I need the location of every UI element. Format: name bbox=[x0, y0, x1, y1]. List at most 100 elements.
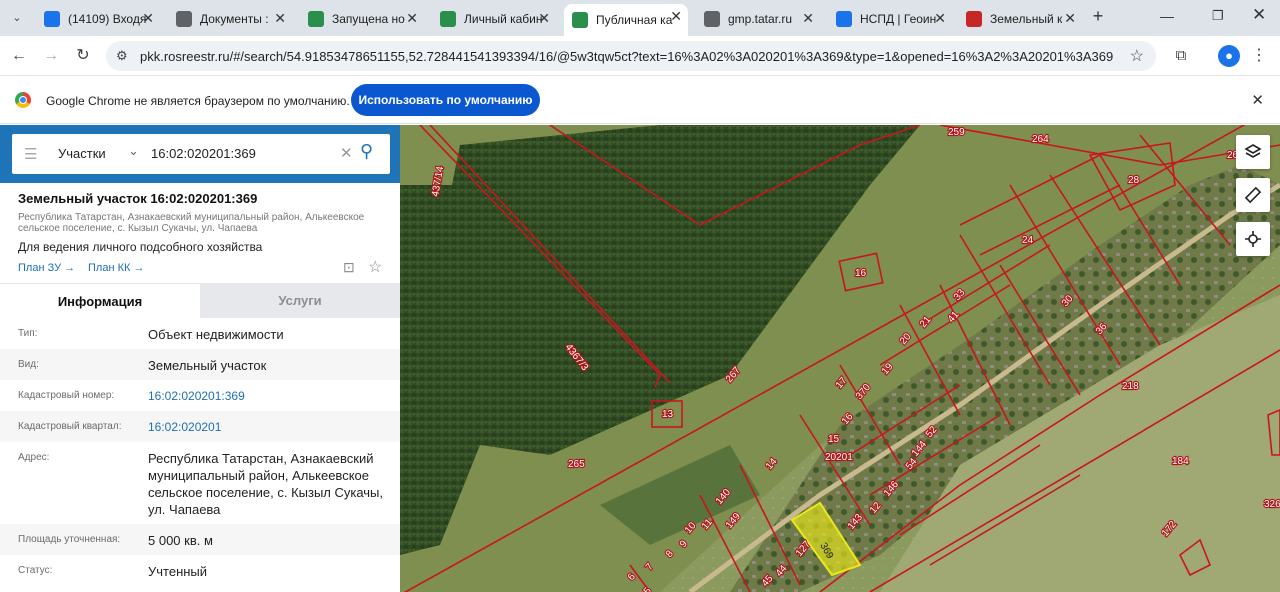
info-row-status: Статус: Учтенный bbox=[0, 555, 400, 586]
parcel-label: 20201 bbox=[825, 452, 853, 463]
cadastral-number-link[interactable]: 16:02:020201:369 bbox=[148, 388, 388, 405]
rosreestr-icon bbox=[308, 11, 324, 27]
minimize-button[interactable]: — bbox=[1160, 8, 1174, 24]
browser-tab[interactable]: Документы : ✕ bbox=[168, 6, 292, 32]
parcel-label: 16 bbox=[855, 268, 867, 279]
satellite-map[interactable]: 259 264 261 28 437/14 16 24 4367/3 267 1… bbox=[400, 125, 1280, 592]
tab-close-icon[interactable]: ✕ bbox=[802, 10, 814, 27]
parcel-label: 259 bbox=[948, 127, 965, 138]
clear-icon[interactable]: ✕ bbox=[340, 144, 353, 162]
crosshair-icon bbox=[1245, 231, 1261, 247]
info-row-type: Тип: Объект недвижимости bbox=[0, 318, 400, 349]
row-label: Кадастровый квартал: bbox=[18, 421, 122, 432]
row-label: Вид: bbox=[18, 359, 39, 370]
nspd-icon bbox=[836, 11, 852, 27]
parcel-label: 265 bbox=[568, 459, 585, 470]
layers-button[interactable] bbox=[1236, 135, 1270, 169]
browser-tab[interactable]: (14109) Входя ✕ bbox=[36, 6, 160, 32]
tab-search-button[interactable]: ⌄ bbox=[6, 7, 28, 29]
parcel-label: 13 bbox=[662, 409, 674, 420]
globe-icon bbox=[704, 11, 720, 27]
menu-icon[interactable]: ⋮ bbox=[1248, 45, 1270, 67]
info-row-address: Адрес: Республика Татарстан, Азнакаевски… bbox=[0, 442, 400, 524]
layers-icon bbox=[1244, 144, 1262, 158]
tab-close-icon[interactable]: ✕ bbox=[406, 10, 418, 27]
infobar-message: Google Chrome не является браузером по у… bbox=[46, 94, 350, 108]
info-row-kind: Вид: Земельный участок bbox=[0, 349, 400, 380]
tab-info[interactable]: Информация bbox=[0, 283, 200, 318]
row-label: Адрес: bbox=[18, 452, 50, 463]
row-value: Объект недвижимости bbox=[148, 327, 284, 342]
search-type-select[interactable]: Участки bbox=[58, 146, 106, 161]
browser-tab[interactable]: Личный кабин ✕ bbox=[432, 6, 556, 32]
set-default-button[interactable]: Использовать по умолчанию bbox=[351, 84, 540, 116]
new-tab-button[interactable]: + bbox=[1088, 6, 1108, 28]
back-button[interactable]: ← bbox=[8, 45, 30, 67]
profile-avatar[interactable]: ● bbox=[1218, 45, 1240, 67]
browser-tab[interactable]: Запущена но ✕ bbox=[300, 6, 424, 32]
zoom-to-object-icon[interactable]: ⊡ bbox=[343, 259, 355, 276]
ruler-icon bbox=[1244, 186, 1262, 204]
browser-tab[interactable]: Земельный к ✕ bbox=[958, 6, 1082, 32]
row-label: Кадастровый номер: bbox=[18, 390, 115, 401]
row-value: Республика Татарстан, Азнакаевский муниц… bbox=[148, 451, 384, 517]
map-view[interactable]: 259 264 261 28 437/14 16 24 4367/3 267 1… bbox=[400, 125, 1280, 592]
favorite-star-icon[interactable]: ☆ bbox=[368, 257, 382, 277]
browser-toolbar: ← → ↻ ⚙ pkk.rosreestr.ru/#/search/54.918… bbox=[0, 36, 1280, 76]
parcel-label: 28 bbox=[1128, 175, 1140, 186]
search-header: ☰ Участки ⌄ 16:02:020201:369 ✕ ⚲ bbox=[0, 125, 400, 183]
row-label: Площадь уточненная: bbox=[18, 534, 121, 545]
tab-close-icon[interactable]: ✕ bbox=[274, 10, 286, 27]
object-address: Республика Татарстан, Азнакаевский муниц… bbox=[18, 212, 365, 234]
tab-close-icon[interactable]: ✕ bbox=[670, 8, 682, 25]
parcel-label: 184 bbox=[1172, 456, 1189, 467]
object-title: Земельный участок 16:02:020201:369 bbox=[18, 191, 258, 206]
close-window-button[interactable]: ✕ bbox=[1252, 5, 1266, 25]
row-label: Статус: bbox=[18, 565, 53, 576]
mail-icon bbox=[44, 11, 60, 27]
chrome-logo-icon bbox=[15, 92, 31, 108]
row-value: Земельный участок bbox=[148, 358, 267, 373]
measure-button[interactable] bbox=[1236, 178, 1270, 212]
flag-icon bbox=[966, 11, 982, 27]
browser-tab[interactable]: Публичная ка ✕ bbox=[564, 4, 688, 36]
object-use: Для ведения личного подсобного хозяйства bbox=[18, 240, 263, 254]
search-icon[interactable]: ⚲ bbox=[360, 141, 373, 162]
search-input[interactable]: 16:02:020201:369 bbox=[151, 146, 256, 161]
parcel-label: 326 bbox=[1264, 499, 1280, 510]
parcel-label: 218 bbox=[1122, 381, 1139, 392]
plan-kk-link[interactable]: План КК → bbox=[88, 262, 144, 274]
forward-button[interactable]: → bbox=[40, 45, 62, 67]
tab-close-icon[interactable]: ✕ bbox=[142, 10, 154, 27]
row-label: Тип: bbox=[18, 328, 38, 339]
infobar-close-icon[interactable]: ✕ bbox=[1251, 91, 1264, 109]
tab-services[interactable]: Услуги bbox=[200, 283, 400, 318]
address-bar[interactable]: ⚙ pkk.rosreestr.ru/#/search/54.918534786… bbox=[106, 41, 1156, 71]
tab-close-icon[interactable]: ✕ bbox=[934, 10, 946, 27]
bookmark-star-icon[interactable]: ☆ bbox=[1130, 46, 1144, 66]
url-text[interactable]: pkk.rosreestr.ru/#/search/54.91853478651… bbox=[140, 49, 1113, 64]
rosreestr-icon bbox=[440, 11, 456, 27]
row-value: 5 000 кв. м bbox=[148, 533, 213, 548]
parcel-label: 24 bbox=[1022, 235, 1034, 246]
extensions-icon[interactable]: ⧉ bbox=[1170, 45, 1192, 67]
tab-close-icon[interactable]: ✕ bbox=[1064, 10, 1076, 27]
parcel-label: 15 bbox=[828, 434, 840, 445]
menu-icon[interactable]: ☰ bbox=[24, 145, 37, 163]
rosreestr-icon bbox=[572, 12, 588, 28]
reload-button[interactable]: ↻ bbox=[72, 45, 94, 67]
site-info-icon[interactable]: ⚙ bbox=[116, 48, 128, 64]
browser-tab[interactable]: НСПД | Геоин ✕ bbox=[828, 6, 952, 32]
tab-close-icon[interactable]: ✕ bbox=[538, 10, 550, 27]
info-row-cadastral-quarter: Кадастровый квартал: 16:02:020201 bbox=[0, 411, 400, 442]
search-box: ☰ Участки ⌄ 16:02:020201:369 ✕ ⚲ bbox=[12, 134, 390, 174]
browser-tab-bar: ⌄ (14109) Входя ✕ Документы : ✕ Запущена но… bbox=[0, 0, 1280, 36]
chevron-down-icon[interactable]: ⌄ bbox=[128, 143, 139, 159]
cadastral-quarter-link[interactable]: 16:02:020201 bbox=[148, 419, 388, 436]
browser-tab[interactable]: gmp.tatar.ru ✕ bbox=[696, 6, 820, 32]
plan-zu-link[interactable]: План ЗУ → bbox=[18, 262, 75, 274]
row-value: Учтенный bbox=[148, 564, 208, 579]
locate-button[interactable] bbox=[1236, 222, 1270, 256]
parcel-label: 264 bbox=[1032, 134, 1049, 145]
restore-button[interactable]: ❐ bbox=[1212, 8, 1224, 24]
